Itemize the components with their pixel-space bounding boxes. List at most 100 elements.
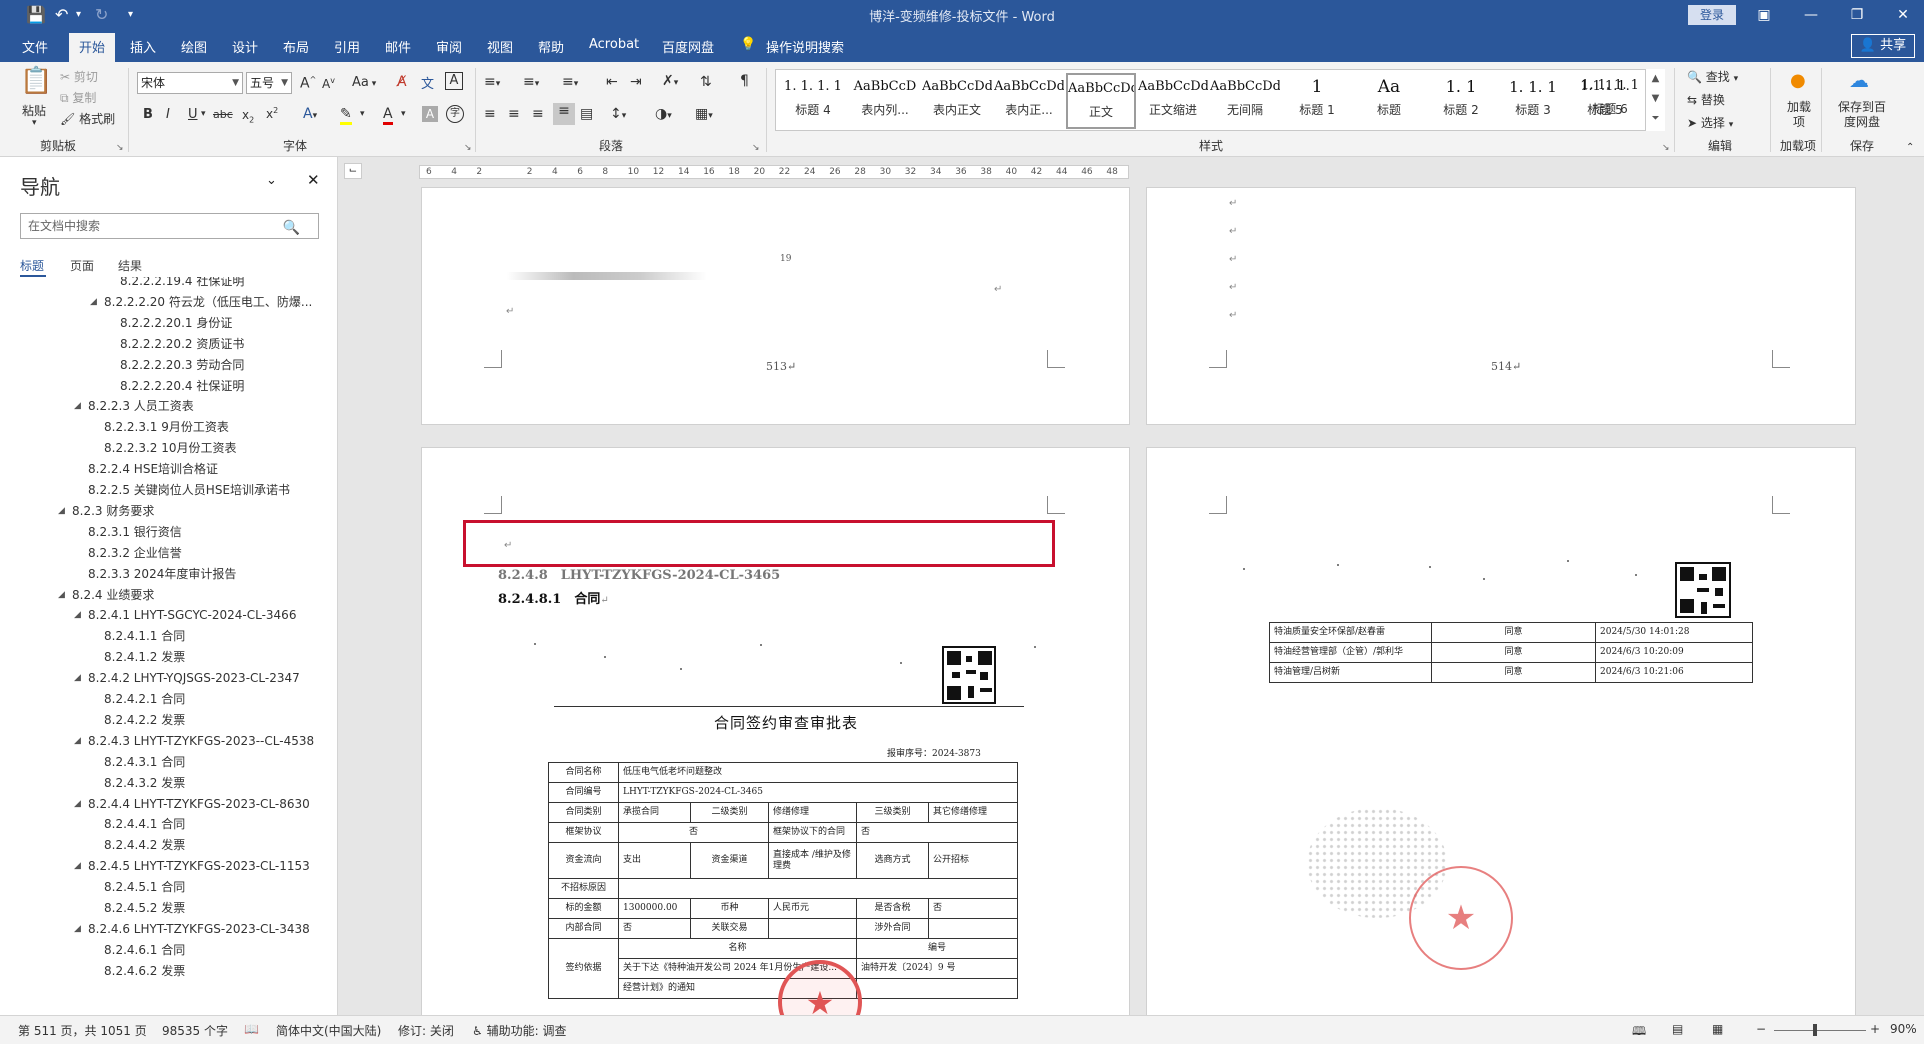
nav-heading-item[interactable]: 8.2.2.2.19.4 社保证明	[120, 277, 244, 291]
style-no-spacing[interactable]: AaBbCcDdI 无间隔	[1210, 73, 1280, 129]
paste-button[interactable]: 粘贴	[22, 102, 46, 119]
expand-collapse-icon[interactable]: ◢	[74, 856, 81, 876]
format-painter-button[interactable]: 🖌 格式刷	[60, 110, 115, 127]
styles-scroll[interactable]: ▲ ▼ ⏷	[1645, 69, 1665, 131]
change-case-button[interactable]: Aa ▾	[352, 75, 376, 90]
font-size-combo[interactable]: 五号 ▼	[246, 72, 292, 94]
zoom-out-icon[interactable]: −	[1756, 1022, 1766, 1036]
tab-help[interactable]: 帮助	[538, 37, 564, 56]
tab-baidu-netdisk[interactable]: 百度网盘	[662, 37, 714, 56]
increase-indent-icon[interactable]: ⇥	[630, 74, 642, 90]
zoom-level[interactable]: 90%	[1890, 1022, 1917, 1036]
tab-design[interactable]: 设计	[232, 37, 258, 56]
nav-heading-item[interactable]: 8.2.4.2.1 合同	[104, 689, 185, 709]
nav-heading-item[interactable]: ◢ 8.2.4.6 LHYT-TZYKFGS-2023-CL-3438	[74, 919, 310, 939]
nav-heading-item[interactable]: 8.2.2.4 HSE培训合格证	[88, 459, 218, 479]
style-table-body[interactable]: AaBbCcDdI 表内正文	[922, 73, 992, 129]
minimize-icon[interactable]: —	[1794, 3, 1828, 27]
strikethrough-button[interactable]: abc	[213, 108, 233, 121]
page-count[interactable]: 第 511 页，共 1051 页	[18, 1022, 147, 1039]
bullets-icon[interactable]: ≡▾	[484, 74, 500, 90]
tab-mailings[interactable]: 邮件	[385, 37, 411, 56]
expand-collapse-icon[interactable]: ◢	[58, 501, 65, 521]
close-icon[interactable]: ✕	[1886, 3, 1920, 27]
expand-collapse-icon[interactable]: ◢	[74, 396, 81, 416]
accessibility-status[interactable]: ♿ 辅助功能: 调查	[472, 1022, 566, 1039]
nav-heading-item[interactable]: 8.2.2.3.1 9月份工资表	[104, 417, 229, 437]
tab-view[interactable]: 视图	[487, 37, 513, 56]
tab-draw[interactable]: 绘图	[181, 37, 207, 56]
subscript-button[interactable]: x2	[242, 108, 254, 124]
nav-heading-item[interactable]: ◢ 8.2.4.4 LHYT-TZYKFGS-2023-CL-8630	[74, 794, 310, 814]
nav-heading-item[interactable]: 8.2.4.1.1 合同	[104, 626, 185, 646]
expand-collapse-icon[interactable]: ◢	[74, 731, 81, 751]
share-button[interactable]: 👤 共享	[1851, 34, 1915, 58]
style-heading-4[interactable]: 1. 1. 1. 1 标题 4	[778, 73, 848, 129]
nav-heading-item[interactable]: 8.2.4.5.2 发票	[104, 898, 185, 918]
nav-heading-item[interactable]: 8.2.2.3.2 10月份工资表	[104, 438, 237, 458]
chevron-up-icon[interactable]: ▲	[1646, 69, 1665, 89]
justify-icon[interactable]: ≡	[553, 103, 575, 125]
nav-heading-item[interactable]: 8.2.4.4.1 合同	[104, 814, 185, 834]
nav-heading-item[interactable]: 8.2.4.3.2 发票	[104, 773, 185, 793]
nav-heading-item[interactable]: ◢ 8.2.4.2 LHYT-YQJSGS-2023-CL-2347	[74, 668, 300, 688]
zoom-slider-thumb[interactable]	[1812, 1024, 1817, 1036]
chevron-down-icon[interactable]: ▼	[1646, 89, 1665, 109]
nav-heading-item[interactable]: ◢ 8.2.4.5 LHYT-TZYKFGS-2023-CL-1153	[74, 856, 310, 876]
style-table-body-2[interactable]: AaBbCcDdI 表内正...	[994, 73, 1064, 129]
italic-button[interactable]: I	[166, 107, 170, 122]
expand-collapse-icon[interactable]: ◢	[74, 919, 81, 939]
paste-icon[interactable]: 📋	[20, 66, 52, 96]
collapse-ribbon-icon[interactable]: ⌃	[1906, 142, 1914, 153]
shading-icon[interactable]: ◑▾	[655, 106, 672, 122]
expand-collapse-icon[interactable]: ◢	[74, 605, 81, 625]
tab-selector[interactable]: ⌙	[344, 163, 362, 179]
nav-tab-results[interactable]: 结果	[118, 257, 142, 274]
style-heading-1[interactable]: 1 标题 1	[1282, 73, 1352, 129]
expand-collapse-icon[interactable]: ◢	[58, 585, 65, 605]
shrink-font-icon[interactable]: Av	[322, 76, 335, 91]
replace-button[interactable]: ⇆ 替换	[1687, 91, 1725, 108]
style-title[interactable]: Aa 标题	[1354, 73, 1424, 129]
superscript-button[interactable]: x2	[266, 106, 278, 121]
language[interactable]: 简体中文(中国大陆)	[276, 1022, 381, 1039]
borders-icon[interactable]: ▦▾	[695, 106, 713, 122]
show-marks-icon[interactable]: ¶	[740, 73, 749, 89]
nav-heading-item[interactable]: ◢ 8.2.2.2.20 符云龙（低压电工、防爆...	[90, 292, 312, 312]
nav-heading-item[interactable]: ◢ 8.2.3 财务要求	[58, 501, 154, 521]
nav-heading-item[interactable]: 8.2.4.6.1 合同	[104, 940, 185, 960]
nav-options-icon[interactable]: ⌄	[266, 173, 277, 188]
nav-heading-item[interactable]: ◢ 8.2.2.3 人员工资表	[74, 396, 194, 416]
nav-tab-headings[interactable]: 标题	[20, 257, 44, 274]
horizontal-ruler[interactable]: 6 4 2 2 4 6 8 10 12 14 16 18 20 22 24 26 28 30 32 34 36 38 40 4…	[419, 165, 1129, 179]
zoom-slider[interactable]	[1774, 1030, 1866, 1031]
paste-dropdown-icon[interactable]: ▾	[32, 118, 37, 128]
font-name-combo[interactable]: 宋体 ▼	[137, 72, 243, 94]
style-heading-3[interactable]: 1. 1. 1 标题 3	[1498, 73, 1568, 129]
web-layout-icon[interactable]: ▦	[1712, 1022, 1723, 1036]
nav-heading-item[interactable]: 8.2.2.2.20.3 劳动合同	[120, 355, 244, 375]
bold-button[interactable]: B	[143, 107, 153, 122]
track-changes[interactable]: 修订: 关闭	[398, 1022, 454, 1039]
styles-launcher-icon[interactable]: ↘	[1662, 143, 1670, 153]
save-to-baidu-button[interactable]: 保存到百度网盘	[1834, 100, 1890, 130]
heading-8-2-4-8-1[interactable]: 8.2.4.8.1 合同↵	[498, 588, 609, 607]
nav-search-input[interactable]: 在文档中搜索 🔍	[20, 213, 319, 239]
tab-acrobat[interactable]: Acrobat	[589, 37, 639, 52]
highlight-dropdown-icon[interactable]: ▾	[360, 109, 365, 119]
expand-collapse-icon[interactable]: ◢	[74, 794, 81, 814]
nav-heading-item[interactable]: 8.2.3.3 2024年度审计报告	[88, 564, 236, 584]
tab-references[interactable]: 引用	[334, 37, 360, 56]
align-left-icon[interactable]: ≡	[484, 106, 496, 122]
distributed-icon[interactable]: ▤	[580, 106, 593, 122]
addins-icon[interactable]: ●	[1790, 70, 1806, 91]
font-color-dropdown-icon[interactable]: ▾	[401, 109, 406, 119]
cut-button[interactable]: ✂ 剪切	[60, 68, 98, 85]
nav-heading-item[interactable]: ◢ 8.2.4 业绩要求	[58, 585, 154, 605]
nav-heading-item[interactable]: 8.2.3.1 银行资信	[88, 522, 182, 542]
clipboard-launcher-icon[interactable]: ↘	[116, 143, 124, 153]
style-normal[interactable]: AaBbCcDdI正文	[1066, 73, 1136, 129]
enclose-characters-icon[interactable]: 字	[446, 105, 464, 123]
nav-tab-pages[interactable]: 页面	[70, 257, 94, 274]
tab-review[interactable]: 审阅	[436, 37, 462, 56]
